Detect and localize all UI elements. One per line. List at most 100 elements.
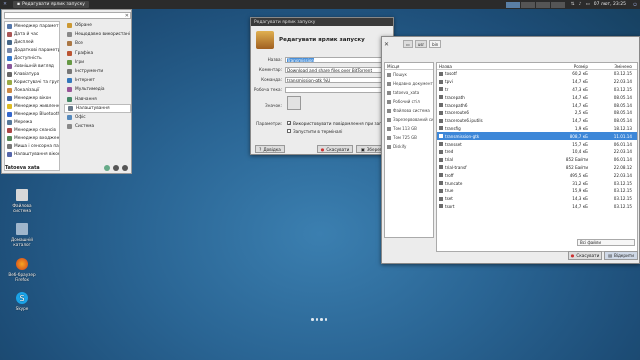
desktop-icon-home[interactable]: Домашній каталог [4, 223, 40, 247]
name-field[interactable]: Transmission [285, 56, 392, 63]
terminal-checkbox[interactable]: Запустити в терміналі [287, 128, 342, 134]
applications-menu-icon[interactable]: ✕ [0, 0, 10, 9]
path-button-usr[interactable]: usr [414, 40, 428, 48]
clock[interactable]: 07 лют, 23:25 [594, 2, 626, 7]
favorite-item[interactable]: Менеджер вікон [5, 94, 59, 102]
place-item[interactable]: Файлова система [385, 106, 433, 115]
file-row[interactable]: tset 14,3 кБ 03.12.15 [437, 195, 637, 203]
favorite-item[interactable]: Менеджер Bluetooth [5, 110, 59, 118]
network-icon[interactable]: ⇅ [571, 2, 575, 7]
executable-file-icon [439, 103, 443, 108]
place-item[interactable]: Зарезервований системою [385, 115, 433, 124]
file-row[interactable]: transfig 1,9 кБ 18.12.13 [437, 125, 637, 133]
favorite-item[interactable]: Зовнішній вигляд [5, 62, 59, 70]
place-item[interactable]: Пошук [385, 70, 433, 79]
open-button[interactable]: ▤ Відкрити [604, 251, 638, 260]
column-modified[interactable]: Змінено [591, 64, 635, 69]
place-item[interactable]: Том 113 GB [385, 124, 433, 133]
icon-picker-button[interactable] [287, 96, 301, 110]
chooser-cancel-button[interactable]: ● Скасувати [568, 251, 602, 260]
logout-icon[interactable]: ⏻ [630, 0, 640, 9]
workspace-2[interactable] [520, 1, 535, 8]
favorite-item[interactable]: Локалізації [5, 86, 59, 94]
column-name[interactable]: Назва [437, 64, 561, 69]
file-row[interactable]: tr 47,3 кБ 03.12.15 [437, 86, 637, 94]
file-size: 47,3 кБ [572, 86, 588, 92]
favorite-item[interactable]: Додаткові параметри [5, 46, 59, 54]
category-item[interactable]: Навчання [64, 95, 131, 104]
loading-spinner-icon [311, 318, 327, 321]
favorite-item[interactable]: Користувачі та групи [5, 78, 59, 86]
column-size[interactable]: Розмір [561, 64, 591, 69]
comment-field[interactable]: Download and share files over BitTorrent [285, 66, 392, 73]
category-item[interactable]: Система [64, 122, 131, 131]
category-item[interactable]: Графіка [64, 49, 131, 58]
place-item[interactable]: Том 725 GB [385, 133, 433, 142]
battery-icon[interactable]: ▭ [585, 2, 589, 7]
favorite-item[interactable]: Менеджер сеансів [5, 126, 59, 134]
file-row[interactable]: truncate 31,2 кБ 03.12.15 [437, 179, 637, 187]
category-item[interactable]: Офіс [64, 113, 131, 122]
place-item[interactable]: Робочий стіл [385, 97, 433, 106]
favorite-item[interactable]: Доступність [5, 54, 59, 62]
search-input[interactable]: ✕ [4, 12, 131, 19]
desktop-icon-firefox[interactable]: Веб-браузер Firefox [4, 258, 40, 282]
favorite-item[interactable]: Мережа [5, 118, 59, 126]
taskbar-item-active[interactable]: ▪ Редагувати ярлик запуску [13, 1, 89, 8]
command-field[interactable]: transmission-gtk %U [285, 76, 392, 83]
volume-icon[interactable]: ♪ [579, 2, 582, 7]
file-row[interactable]: tracepath 14,7 кБ 08.05.14 [437, 93, 637, 101]
category-item[interactable]: Інструменти [64, 67, 131, 76]
file-filter-select[interactable]: Всі файли [577, 239, 635, 246]
file-row[interactable]: tpvi 14,7 кБ 22.03.14 [437, 78, 637, 86]
desktop-icon-filesystem[interactable]: Файлова система [4, 189, 40, 213]
place-item[interactable]: Недавно документи [385, 79, 433, 88]
file-row[interactable]: traceroute6 2,5 кБ 08.05.14 [437, 109, 637, 117]
favorite-item[interactable]: Миша і сенсорна панель [5, 142, 59, 150]
file-row[interactable]: traceroute6.iputils 14,7 кБ 08.05.14 [437, 117, 637, 125]
favorite-item[interactable]: Менеджер живлення [5, 102, 59, 110]
path-button-bin[interactable]: bin [429, 40, 442, 48]
category-item[interactable]: Обране [64, 21, 131, 30]
place-item[interactable]: tatoeva_xata [385, 88, 433, 97]
file-row[interactable]: true 15,9 кБ 03.12.15 [437, 187, 637, 195]
category-item[interactable]: Нещодавно використані [64, 30, 131, 39]
settings-icon[interactable] [104, 165, 110, 171]
workspace-1[interactable] [505, 1, 520, 8]
place-item[interactable]: Diskify [385, 142, 433, 151]
file-row[interactable]: troff 495,5 кБ 22.03.14 [437, 171, 637, 179]
favorite-item[interactable]: Налаштування вікон [5, 150, 59, 158]
file-row[interactable]: trial-transf 852 Байти 22.08.12 [437, 164, 637, 172]
favorite-item[interactable]: Дисплей [5, 38, 59, 46]
desktop-icon-skype[interactable]: S Skype [4, 292, 40, 311]
file-row[interactable]: trial 852 Байти 06.01.14 [437, 156, 637, 164]
path-button-root[interactable]: ▭ [403, 40, 413, 48]
favorite-item[interactable]: Менеджер входження [5, 134, 59, 142]
close-icon[interactable]: ✕ [384, 41, 389, 48]
category-item[interactable]: Ігри [64, 58, 131, 67]
clear-icon[interactable]: ✕ [125, 13, 129, 19]
notify-checkbox[interactable]: ✓ Використовувати повідомлення при запус… [287, 120, 392, 126]
category-item[interactable]: Налаштування [64, 103, 131, 113]
file-row[interactable]: transmission-gtk 808,7 кБ 11.01.14 [437, 132, 637, 141]
file-row[interactable]: transset 15,7 кБ 06.01.14 [437, 140, 637, 148]
favorite-item[interactable]: Дата й час [5, 30, 59, 38]
file-row[interactable]: tracepath6 14,7 кБ 08.05.14 [437, 101, 637, 109]
category-item[interactable]: Інтернет [64, 76, 131, 85]
workspace-3[interactable] [535, 1, 550, 8]
lock-icon[interactable] [113, 165, 119, 171]
dialog-titlebar[interactable]: Редагувати ярлик запуску [251, 18, 393, 26]
category-item[interactable]: Мультимедіа [64, 85, 131, 94]
file-row[interactable]: tsort 14,7 кБ 03.12.15 [437, 203, 637, 211]
favorite-item[interactable]: Менеджер параметрі [5, 22, 59, 30]
help-button[interactable]: ? Довідка [255, 145, 285, 153]
cancel-button[interactable]: ● Скасувати [317, 145, 353, 153]
logout-icon[interactable] [122, 165, 128, 171]
category-item[interactable]: Все [64, 39, 131, 48]
file-row[interactable]: tosotf 60,2 кБ 03.12.15 [437, 70, 637, 78]
file-modified: 03.12.15 [613, 188, 632, 194]
file-row[interactable]: tred 10,4 кБ 22.03.14 [437, 148, 637, 156]
workspace-4[interactable] [550, 1, 565, 8]
favorite-item[interactable]: Клавіатура [5, 70, 59, 78]
workdir-field[interactable] [285, 86, 392, 93]
